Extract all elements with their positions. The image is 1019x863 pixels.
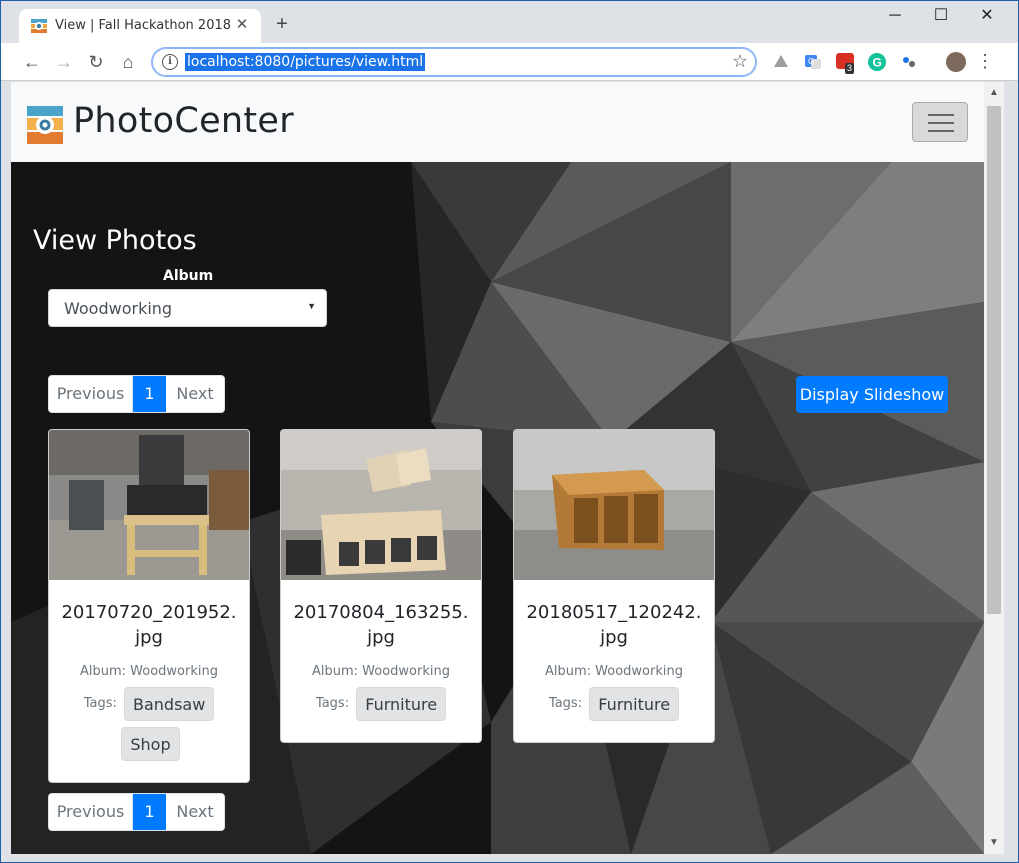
dots-extension-icon[interactable] xyxy=(899,52,919,72)
photo-card[interactable]: 20170804_163255.jpg Album: Woodworking T… xyxy=(280,429,482,743)
translate-extension-icon[interactable]: G xyxy=(803,52,823,72)
photo-album-line: Album: Woodworking xyxy=(281,664,481,679)
photo-filename: 20170720_201952.jpg xyxy=(61,602,237,648)
album-select-value: Woodworking xyxy=(64,299,173,318)
hamburger-icon xyxy=(928,114,954,116)
photo-card[interactable]: 20170720_201952.jpg Album: Woodworking T… xyxy=(48,429,250,783)
album-prefix: Album: xyxy=(544,664,592,679)
photo-card[interactable]: 20180517_120242.jpg Album: Woodworking T… xyxy=(513,429,715,743)
grammarly-extension-icon[interactable]: G xyxy=(867,52,887,72)
previous-page-button[interactable]: Previous xyxy=(49,794,133,830)
info-icon[interactable]: i xyxy=(162,54,178,70)
photocenter-logo-icon[interactable] xyxy=(27,106,63,144)
forward-arrow-icon[interactable]: → xyxy=(51,49,77,75)
browser-tab[interactable]: View | Fall Hackathon 2018 ✕ xyxy=(19,9,261,43)
photo-tags: Tags: Furniture xyxy=(281,684,481,724)
svg-text:G: G xyxy=(873,56,882,70)
current-page-button[interactable]: 1 xyxy=(133,794,166,830)
tab-close-icon[interactable]: ✕ xyxy=(233,16,251,34)
home-icon[interactable]: ⌂ xyxy=(115,49,141,75)
window-frame-bottom xyxy=(1,854,1018,862)
display-slideshow-button[interactable]: Display Slideshow xyxy=(796,376,948,413)
close-window-button[interactable]: ✕ xyxy=(964,1,1010,33)
tags-label: Tags: xyxy=(548,696,583,711)
photo-album-line: Album: Woodworking xyxy=(514,664,714,679)
photo-album: Woodworking xyxy=(595,664,683,679)
url-text[interactable]: localhost:8080/pictures/view.html xyxy=(185,53,426,71)
tag-badge[interactable]: Shop xyxy=(121,726,180,761)
bookmark-star-icon[interactable]: ☆ xyxy=(732,51,748,72)
tags-label: Tags: xyxy=(315,696,350,711)
album-prefix: Album: xyxy=(79,664,127,679)
current-page-button[interactable]: 1 xyxy=(133,376,166,412)
tag-badge[interactable]: Furniture xyxy=(356,686,447,721)
hamburger-icon-bar xyxy=(928,122,954,124)
minimize-button[interactable]: ─ xyxy=(872,1,918,33)
scroll-down-arrow-icon[interactable]: ▼ xyxy=(984,834,1004,852)
photo-filename: 20170804_163255.jpg xyxy=(293,602,469,648)
page-title: View Photos xyxy=(33,225,197,256)
mail-extension-icon[interactable]: 3 xyxy=(836,53,855,74)
drive-extension-icon[interactable] xyxy=(771,52,791,72)
brand-name[interactable]: PhotoCenter xyxy=(73,101,294,141)
caret-down-icon: ▼ xyxy=(307,301,316,311)
site-navbar: PhotoCenter xyxy=(11,82,984,162)
new-tab-button[interactable]: + xyxy=(271,13,293,36)
pagination-bottom: Previous 1 Next xyxy=(48,793,225,831)
next-page-button[interactable]: Next xyxy=(166,376,224,412)
photo-thumbnail[interactable] xyxy=(281,430,481,580)
tag-badge[interactable]: Furniture xyxy=(589,686,680,721)
tab-strip: View | Fall Hackathon 2018 ✕ + ─ ☐ ✕ xyxy=(1,1,1018,43)
browser-menu-icon[interactable]: ⋮ xyxy=(976,51,994,71)
hamburger-icon-bar xyxy=(928,130,954,132)
page-viewport: PhotoCenter View Photos Album Woodworkin… xyxy=(11,82,984,854)
scroll-up-arrow-icon[interactable]: ▲ xyxy=(984,84,1004,102)
photo-thumbnail[interactable] xyxy=(514,430,714,580)
previous-page-button[interactable]: Previous xyxy=(49,376,133,412)
vertical-scrollbar[interactable]: ▲ ▼ xyxy=(984,82,1004,854)
photo-tags: Tags: Bandsaw Shop xyxy=(49,684,249,764)
reload-icon[interactable]: ↻ xyxy=(83,49,109,75)
tab-title: View | Fall Hackathon 2018 xyxy=(55,18,232,33)
album-prefix: Album: xyxy=(311,664,359,679)
maximize-button[interactable]: ☐ xyxy=(918,1,964,33)
browser-window: View | Fall Hackathon 2018 ✕ + ─ ☐ ✕ ← →… xyxy=(0,0,1019,863)
profile-avatar[interactable] xyxy=(946,52,966,72)
browser-toolbar: ← → ↻ ⌂ i localhost:8080/pictures/view.h… xyxy=(1,43,1018,81)
album-label: Album xyxy=(163,268,214,284)
photocenter-favicon-icon xyxy=(31,19,47,33)
next-page-button[interactable]: Next xyxy=(166,794,224,830)
photo-album-line: Album: Woodworking xyxy=(49,664,249,679)
photo-thumbnail[interactable] xyxy=(49,430,249,580)
tags-label: Tags: xyxy=(83,696,117,711)
address-bar[interactable]: i localhost:8080/pictures/view.html ☆ xyxy=(151,47,757,77)
extension-badge: 3 xyxy=(845,63,855,74)
navbar-toggler-button[interactable] xyxy=(912,102,968,142)
photo-album: Woodworking xyxy=(130,664,218,679)
photo-filename: 20180517_120242.jpg xyxy=(526,602,702,648)
photo-tags: Tags: Furniture xyxy=(514,684,714,724)
tag-badge[interactable]: Bandsaw xyxy=(124,686,215,721)
album-select[interactable]: Woodworking ▼ xyxy=(48,289,327,327)
photo-album: Woodworking xyxy=(362,664,450,679)
pagination-top: Previous 1 Next xyxy=(48,375,225,413)
svg-text:G: G xyxy=(808,57,814,66)
scrollbar-thumb[interactable] xyxy=(987,106,1001,614)
window-frame-right xyxy=(1004,82,1018,862)
back-arrow-icon[interactable]: ← xyxy=(19,49,45,75)
